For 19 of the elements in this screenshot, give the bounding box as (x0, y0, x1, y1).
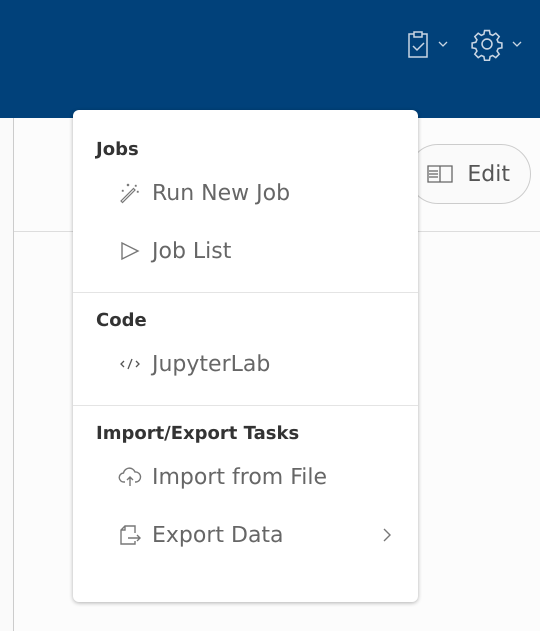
panel-icon (427, 165, 454, 183)
caret-icon (438, 41, 448, 47)
menu-heading: Jobs (96, 138, 140, 162)
menu-heading: Code (96, 309, 148, 333)
caret-icon (512, 41, 522, 47)
menu-item[interactable]: JupyterLab (73, 335, 418, 393)
menu-item[interactable]: Job List (73, 222, 418, 280)
settings-menu-button[interactable] (470, 27, 522, 61)
menu-heading: Import/Export Tasks (96, 422, 300, 446)
tasks-menu-button[interactable] (406, 29, 448, 59)
clipboard-check-icon (406, 29, 430, 59)
menu-item[interactable]: Import from File (73, 448, 418, 506)
export-icon (118, 524, 142, 546)
cloud-upload-icon (118, 466, 142, 488)
chevron-right-icon (382, 527, 392, 543)
code-icon (118, 357, 142, 371)
settings-icon (470, 27, 504, 61)
magic-wand-icon (118, 182, 142, 204)
menu-item[interactable]: Export Data (73, 506, 418, 564)
